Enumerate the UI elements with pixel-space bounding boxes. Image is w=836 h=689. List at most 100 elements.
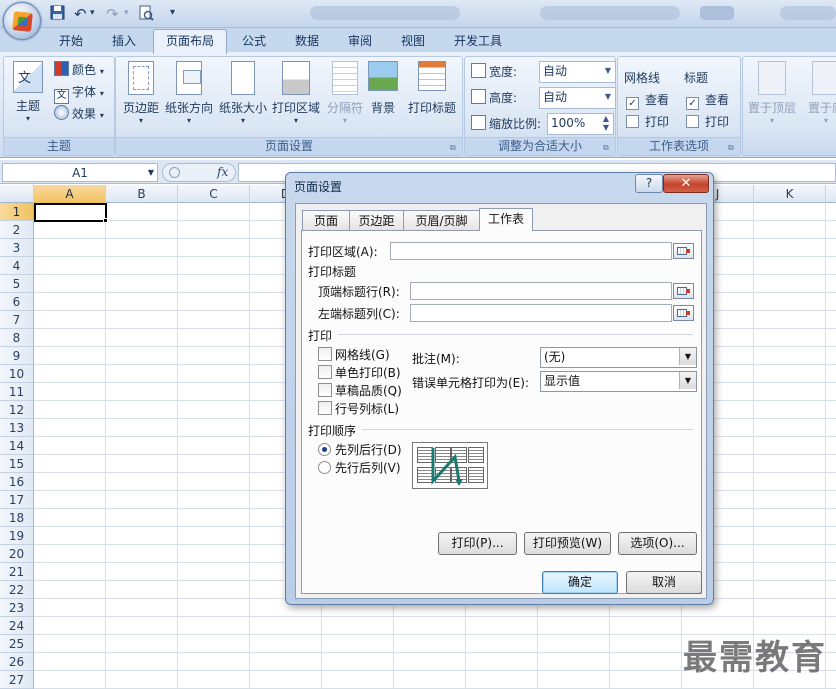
row-header[interactable]: 2 [0, 221, 34, 239]
row-header[interactable]: 25 [0, 635, 34, 653]
rows-to-repeat-input[interactable] [410, 282, 672, 300]
insert-function-icon[interactable]: fx [217, 165, 228, 179]
row-header[interactable]: 4 [0, 257, 34, 275]
headings-print-checkbox[interactable]: 打印 [686, 113, 729, 131]
spinner-arrows-icon[interactable]: ▲ ▼ [599, 114, 613, 132]
theme-fonts-button[interactable]: 文字体 ▾ [54, 83, 104, 104]
row-header[interactable]: 9 [0, 347, 34, 365]
over-then-down-radio[interactable] [318, 461, 331, 474]
column-header[interactable]: B [106, 185, 178, 203]
row-header[interactable]: 6 [0, 293, 34, 311]
cancel-button[interactable]: 取消 [626, 571, 702, 594]
row-header[interactable]: 21 [0, 563, 34, 581]
sheet-options-launcher-icon[interactable]: ⧉ [728, 143, 737, 152]
bring-to-front-button[interactable]: 置于顶层 ▾ [745, 61, 799, 125]
select-all-corner[interactable] [0, 185, 34, 203]
help-button[interactable]: ? [635, 174, 663, 193]
ok-button[interactable]: 确定 [542, 571, 618, 594]
row-header[interactable]: 8 [0, 329, 34, 347]
draft-quality-checkbox[interactable] [318, 383, 332, 397]
row-header[interactable]: 14 [0, 437, 34, 455]
orientation-button[interactable]: 纸张方向 ▾ [162, 61, 216, 125]
row-header[interactable]: 3 [0, 239, 34, 257]
dialog-tab-page[interactable]: 页面 [302, 210, 350, 230]
chevron-down-icon[interactable]: ▼ [679, 372, 696, 389]
gridlines-view-checkbox[interactable]: ✓ 查看 [626, 91, 669, 110]
row-header[interactable]: 16 [0, 473, 34, 491]
fill-handle[interactable] [103, 218, 108, 223]
print-preview-icon[interactable] [138, 5, 154, 23]
dialog-tab-margins[interactable]: 页边距 [349, 210, 404, 230]
scale-launcher-icon[interactable]: ⧉ [603, 143, 612, 152]
undo-dropdown-icon[interactable]: ▾ [90, 8, 100, 26]
tab-data[interactable]: 数据 [285, 30, 329, 52]
tab-home[interactable]: 开始 [49, 30, 93, 52]
page-setup-launcher-icon[interactable]: ⧉ [450, 143, 459, 152]
chevron-down-icon[interactable]: ▼ [601, 62, 615, 80]
chevron-down-icon[interactable]: ▼ [601, 88, 615, 106]
print-area-button[interactable]: 打印区域 ▾ [270, 61, 322, 125]
background-button[interactable]: 背景 [364, 61, 402, 116]
chevron-down-icon[interactable]: ▼ [148, 164, 154, 182]
row-header[interactable]: 13 [0, 419, 34, 437]
print-preview-button[interactable]: 打印预览(W) [524, 532, 611, 555]
row-header[interactable]: 17 [0, 491, 34, 509]
save-icon[interactable] [50, 5, 66, 23]
margins-button[interactable]: 页边距 ▾ [118, 61, 164, 125]
send-to-back-button[interactable]: 置于底 ▾ [799, 61, 836, 125]
tab-page-layout[interactable]: 页面布局 [153, 29, 227, 54]
gridlines-checkbox[interactable] [318, 347, 332, 361]
comments-select[interactable]: (无) ▼ [540, 347, 697, 368]
chevron-down-icon[interactable]: ▼ [679, 348, 696, 365]
cell-errors-select[interactable]: 显示值 ▼ [540, 371, 697, 392]
name-box[interactable]: A1 ▼ [2, 163, 158, 182]
row-header[interactable]: 12 [0, 401, 34, 419]
print-titles-button[interactable]: 打印标题 [404, 61, 460, 116]
gridlines-print-checkbox[interactable]: 打印 [626, 113, 669, 131]
tab-insert[interactable]: 插入 [102, 30, 146, 52]
breaks-button[interactable]: 分隔符 ▾ [322, 61, 368, 125]
themes-button[interactable]: 文 主题 ▾ [8, 61, 48, 123]
tab-formulas[interactable]: 公式 [232, 30, 276, 52]
height-combo[interactable]: 自动 ▼ [539, 87, 616, 109]
collapse-dialog-icon[interactable] [673, 283, 694, 299]
redo-icon[interactable]: ↷ [106, 5, 122, 23]
row-header[interactable]: 26 [0, 653, 34, 671]
options-button[interactable]: 选项(O)... [618, 532, 697, 555]
active-cell[interactable] [34, 203, 107, 222]
zoom-spinner[interactable]: 100% ▲ ▼ [547, 113, 614, 135]
print-button[interactable]: 打印(P)... [438, 532, 517, 555]
column-header[interactable]: K [754, 185, 826, 203]
row-header[interactable]: 15 [0, 455, 34, 473]
columns-to-repeat-input[interactable] [410, 304, 672, 322]
row-header[interactable]: 24 [0, 617, 34, 635]
tab-developer[interactable]: 开发工具 [444, 30, 512, 52]
row-header[interactable]: 5 [0, 275, 34, 293]
row-header[interactable]: 20 [0, 545, 34, 563]
theme-effects-button[interactable]: 效果 ▾ [54, 105, 104, 123]
black-and-white-checkbox[interactable] [318, 365, 332, 379]
size-button[interactable]: 纸张大小 ▾ [216, 61, 270, 125]
theme-colors-button[interactable]: 颜色 ▾ [54, 61, 104, 79]
collapse-dialog-icon[interactable] [673, 305, 694, 321]
office-button[interactable] [3, 2, 41, 40]
headings-view-checkbox[interactable]: ✓ 查看 [686, 91, 729, 110]
row-header[interactable]: 7 [0, 311, 34, 329]
row-header[interactable]: 18 [0, 509, 34, 527]
undo-icon[interactable]: ↶ [74, 5, 90, 23]
dialog-tab-sheet[interactable]: 工作表 [479, 208, 533, 231]
row-header[interactable]: 1 [0, 203, 34, 221]
dialog-tab-header-footer[interactable]: 页眉/页脚 [403, 210, 480, 230]
close-button[interactable]: ✕ [663, 174, 709, 193]
print-area-input[interactable] [390, 242, 672, 260]
row-col-headings-checkbox[interactable] [318, 401, 332, 415]
width-combo[interactable]: 自动 ▼ [539, 61, 616, 83]
row-header[interactable]: 22 [0, 581, 34, 599]
formula-expand-icon[interactable] [169, 167, 180, 178]
redo-dropdown-icon[interactable]: ▾ [124, 8, 134, 26]
down-then-over-radio[interactable] [318, 443, 331, 456]
row-header[interactable]: 23 [0, 599, 34, 617]
column-header[interactable]: C [178, 185, 250, 203]
tab-view[interactable]: 视图 [391, 30, 435, 52]
customize-toolbar-icon[interactable]: ▾ [170, 7, 180, 25]
